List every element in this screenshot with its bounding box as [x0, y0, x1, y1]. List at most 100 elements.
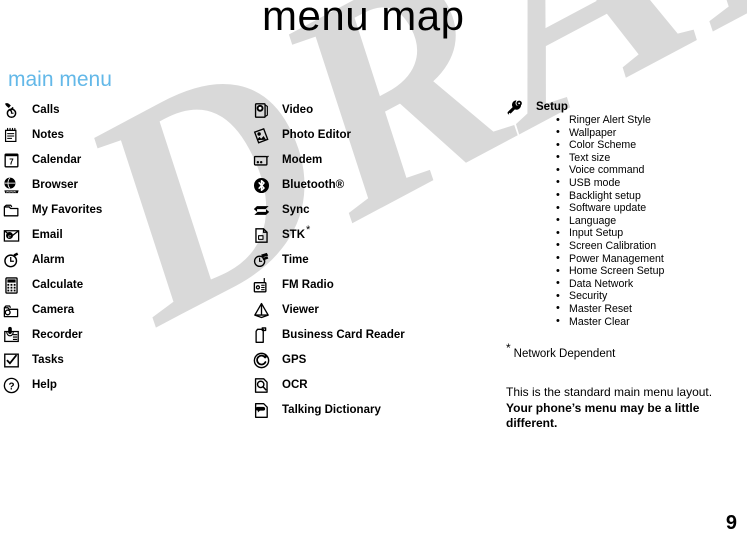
menu-column-1: Calls Notes 7 Calendar Browser My Favorites e E… — [2, 98, 232, 398]
menu-item-label: Notes — [32, 128, 64, 141]
viewer-icon — [252, 301, 271, 320]
menu-item-email[interactable]: e Email — [2, 223, 232, 248]
menu-item-browser[interactable]: Browser — [2, 173, 232, 198]
talking-dictionary-icon — [252, 401, 271, 420]
notes-icon — [2, 126, 21, 145]
setup-submenu-item[interactable]: Screen Calibration — [555, 239, 664, 253]
menu-item-bluetooth[interactable]: Bluetooth® — [252, 173, 492, 198]
menu-item-ocr[interactable]: OCR — [252, 373, 492, 398]
menu-item-gps[interactable]: GPS — [252, 348, 492, 373]
footnote-network-dependent: * Network Dependent — [506, 342, 616, 360]
menu-item-label: GPS — [282, 353, 307, 366]
menu-item-label: Help — [32, 378, 57, 391]
setup-submenu-item[interactable]: Text size — [555, 151, 664, 165]
setup-wrench-gear-icon — [506, 99, 525, 118]
menu-item-stk[interactable]: STK* — [252, 223, 492, 248]
setup-submenu-item[interactable]: Wallpaper — [555, 126, 664, 140]
browser-icon — [2, 176, 21, 195]
stk-icon — [252, 226, 271, 245]
menu-item-viewer[interactable]: Viewer — [252, 298, 492, 323]
menu-column-3: Setup Ringer Alert StyleWallpaperColor S… — [506, 98, 744, 328]
menu-item-label: Alarm — [32, 253, 65, 266]
menu-item-calendar[interactable]: 7 Calendar — [2, 148, 232, 173]
menu-item-label: Email — [32, 228, 63, 241]
menu-item-label: Browser — [32, 178, 79, 191]
menu-item-recorder[interactable]: Recorder — [2, 323, 232, 348]
setup-submenu-item[interactable]: Power Management — [555, 252, 664, 266]
menu-item-calculate[interactable]: Calculate — [2, 273, 232, 298]
menu-item-label: My Favorites — [32, 203, 103, 216]
menu-item-label: Recorder — [32, 328, 83, 341]
setup-submenu-item[interactable]: Master Reset — [555, 302, 664, 316]
svg-text:e: e — [8, 234, 11, 240]
email-icon: e — [2, 226, 21, 245]
recorder-icon — [2, 326, 21, 345]
menu-item-time[interactable]: Time — [252, 248, 492, 273]
setup-submenu-item[interactable]: Software update — [555, 202, 664, 215]
setup-submenu-item[interactable]: Security — [555, 290, 664, 303]
menu-item-talking-dictionary[interactable]: Talking Dictionary — [252, 398, 492, 423]
menu-item-label: Bluetooth® — [282, 178, 345, 191]
bluetooth-icon — [252, 176, 271, 195]
menu-item-label: Modem — [282, 153, 323, 166]
footnote-marker: * — [506, 341, 511, 356]
section-heading-main-menu: main menu — [8, 68, 112, 91]
help-icon: ? — [2, 376, 21, 395]
menu-item-fm-radio[interactable]: FM Radio — [252, 273, 492, 298]
menu-item-sync[interactable]: Sync — [252, 198, 492, 223]
menu-item-label: FM Radio — [282, 278, 334, 291]
svg-text:7: 7 — [9, 157, 14, 166]
menu-item-label: Calendar — [32, 153, 82, 166]
setup-submenu-item[interactable]: Backlight setup — [555, 189, 664, 203]
menu-item-my-favorites[interactable]: My Favorites — [2, 198, 232, 223]
menu-item-label: Calls — [32, 103, 60, 116]
sync-icon — [252, 201, 271, 220]
note-block: This is the standard main menu layout. Y… — [506, 385, 731, 432]
menu-item-label: Camera — [32, 303, 75, 316]
menu-item-modem[interactable]: Modem — [252, 148, 492, 173]
setup-submenu-item[interactable]: USB mode — [555, 176, 664, 190]
menu-item-calls[interactable]: Calls — [2, 98, 232, 123]
menu-item-photo-editor[interactable]: Photo Editor — [252, 123, 492, 148]
menu-item-label: Sync — [282, 203, 310, 216]
time-icon — [252, 251, 271, 270]
menu-item-label: Business Card Reader — [282, 328, 405, 341]
menu-item-label: Time — [282, 253, 309, 266]
calculate-icon — [2, 276, 21, 295]
menu-item-label: OCR — [282, 378, 308, 391]
menu-item-label: Viewer — [282, 303, 319, 316]
menu-item-camera[interactable]: Camera — [2, 298, 232, 323]
menu-item-label: STK* — [282, 223, 311, 241]
menu-item-notes[interactable]: Notes — [2, 123, 232, 148]
page-content: menu map main menu Calls Notes 7 Calendar Br… — [0, 0, 747, 539]
menu-item-video[interactable]: Video — [252, 98, 492, 123]
footnote-text: Network Dependent — [513, 348, 616, 360]
setup-submenu-item[interactable]: Language — [555, 214, 664, 228]
menu-item-label: Video — [282, 103, 314, 116]
setup-submenu-item[interactable]: Data Network — [555, 277, 664, 291]
tasks-icon — [2, 351, 21, 370]
calls-icon — [2, 101, 21, 120]
business-card-reader-icon — [252, 326, 271, 345]
camera-icon — [2, 301, 21, 320]
setup-submenu-item[interactable]: Input Setup — [555, 227, 664, 240]
menu-item-label: Talking Dictionary — [282, 403, 381, 416]
video-icon — [252, 101, 271, 120]
note-line-phone-may-differ: Your phone’s menu may be a little differ… — [506, 400, 700, 431]
page-number: 9 — [725, 512, 737, 534]
setup-submenu-item[interactable]: Master Clear — [555, 315, 664, 329]
gps-icon — [252, 351, 271, 370]
setup-submenu-item[interactable]: Voice command — [555, 164, 664, 177]
menu-item-help[interactable]: ? Help — [2, 373, 232, 398]
ocr-icon — [252, 376, 271, 395]
setup-submenu-list: Ringer Alert StyleWallpaperColor SchemeT… — [555, 114, 664, 328]
menu-item-alarm[interactable]: Alarm — [2, 248, 232, 273]
setup-submenu-item[interactable]: Home Screen Setup — [555, 265, 664, 278]
setup-submenu-item[interactable]: Ringer Alert Style — [555, 114, 664, 127]
setup-submenu-item[interactable]: Color Scheme — [555, 139, 664, 152]
page-title: menu map — [262, 0, 465, 39]
menu-item-business-card-reader[interactable]: Business Card Reader — [252, 323, 492, 348]
note-line-standard-layout: This is the standard main menu layout. — [506, 385, 713, 399]
menu-item-label: Calculate — [32, 278, 84, 291]
menu-item-tasks[interactable]: Tasks — [2, 348, 232, 373]
